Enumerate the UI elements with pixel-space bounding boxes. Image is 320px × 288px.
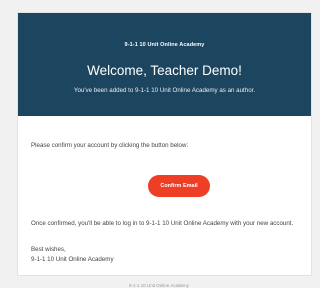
added-subtitle: You've been added to 9-1-1 10 Unit Onlin… (73, 87, 256, 94)
email-header: 9-1-1 10 Unit Online Academy Welcome, Te… (18, 13, 311, 116)
email-body: Please confirm your account by clicking … (18, 116, 311, 277)
confirm-prompt: Please confirm your account by clicking … (31, 142, 189, 149)
once-confirmed-text: Once confirmed, you'll be able to log in… (31, 220, 294, 227)
email-footer: 9-1-1 10 Unit Online Academy (128, 283, 190, 288)
welcome-title: Welcome, Teacher Demo! (87, 63, 242, 78)
email-card: 9-1-1 10 Unit Online Academy Welcome, Te… (17, 12, 312, 276)
academy-name: 9-1-1 10 Unit Online Academy (124, 42, 205, 48)
sign-off-greeting: Best wishes, (31, 246, 66, 253)
confirm-email-button[interactable]: Confirm Email (148, 175, 210, 197)
sign-off-name: 9-1-1 10 Unit Online Academy (31, 255, 114, 263)
sign-off: Best wishes, 9-1-1 10 Unit Online Academ… (31, 245, 114, 264)
